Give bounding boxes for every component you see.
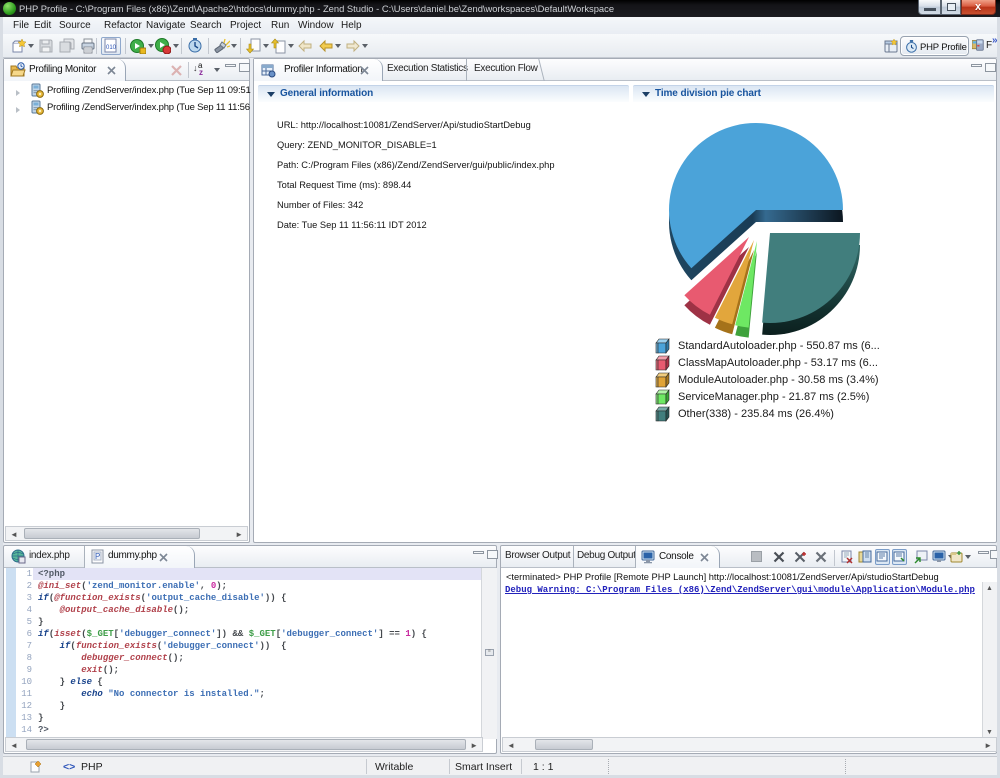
svg-text:010: 010 (106, 45, 117, 51)
svg-text:P: P (95, 552, 100, 561)
